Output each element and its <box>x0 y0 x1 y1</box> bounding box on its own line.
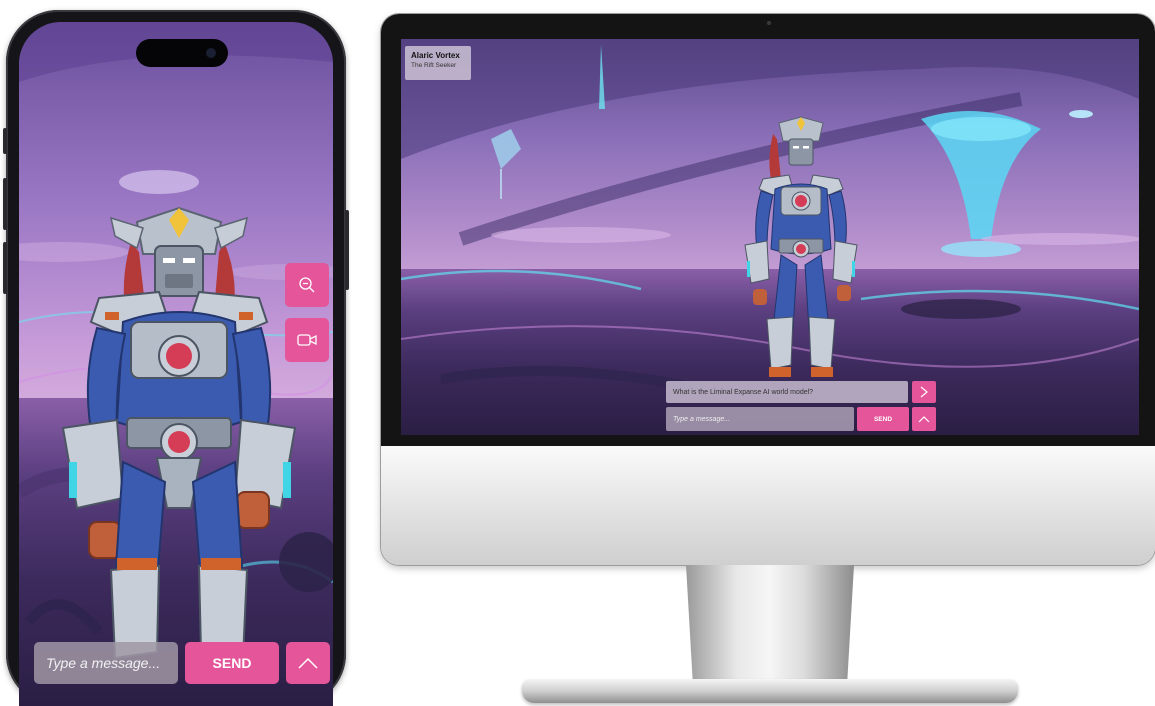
character-subtitle: The Rift Seeker <box>411 62 457 69</box>
camera-view-button[interactable] <box>285 318 329 362</box>
desktop-3d-viewport[interactable] <box>401 39 1139 435</box>
phone-volume-down-button <box>3 242 7 294</box>
phone-chat-bar: Type a message... SEND <box>34 642 330 684</box>
webcam <box>767 21 771 25</box>
desktop-expand-button[interactable] <box>912 407 936 431</box>
desktop-monitor-mockup: Alaric Vortex The Rift Seeker What is th… <box>381 14 1155 565</box>
phone-scene-art <box>19 22 333 660</box>
phone-screen: Type a message... SEND <box>19 22 333 706</box>
desktop-input-placeholder: Type a message... <box>673 415 731 423</box>
phone-action-button <box>3 128 7 154</box>
suggested-message-chip[interactable]: What is the Liminal Expanse AI world mod… <box>666 381 908 403</box>
phone-send-button[interactable]: SEND <box>185 642 279 684</box>
phone-power-button <box>345 210 349 290</box>
dynamic-island <box>136 39 228 67</box>
phone-input-placeholder: Type a message... <box>46 655 161 671</box>
phone-message-input[interactable]: Type a message... <box>34 642 178 684</box>
video-camera-icon <box>297 334 317 346</box>
desktop-scene-art <box>401 39 1139 394</box>
monitor-chin <box>381 446 1155 565</box>
suggested-message-next-button[interactable] <box>912 381 936 403</box>
phone-volume-up-button <box>3 178 7 230</box>
chevron-up-icon <box>298 657 318 669</box>
suggested-message-text: What is the Liminal Expanse AI world mod… <box>673 388 814 396</box>
desktop-message-input[interactable]: Type a message... <box>666 407 854 431</box>
desktop-screen: Alaric Vortex The Rift Seeker What is th… <box>401 39 1139 435</box>
chevron-right-icon <box>920 386 928 398</box>
monitor-bezel: Alaric Vortex The Rift Seeker What is th… <box>381 14 1155 446</box>
desktop-send-button[interactable]: SEND <box>857 407 909 431</box>
phone-send-label: SEND <box>212 655 252 671</box>
character-name-card: Alaric Vortex The Rift Seeker <box>405 46 471 80</box>
zoom-out-button[interactable] <box>285 263 329 307</box>
phone-3d-viewport[interactable] <box>19 22 333 706</box>
monitor-base <box>522 679 1018 703</box>
phone-mockup: Type a message... SEND <box>3 10 349 706</box>
monitor-stand <box>686 565 854 681</box>
chevron-up-icon <box>918 416 930 423</box>
phone-expand-button[interactable] <box>286 642 330 684</box>
desktop-send-label: SEND <box>873 415 893 423</box>
character-name: Alaric Vortex <box>411 51 460 60</box>
zoom-out-icon <box>299 277 315 293</box>
